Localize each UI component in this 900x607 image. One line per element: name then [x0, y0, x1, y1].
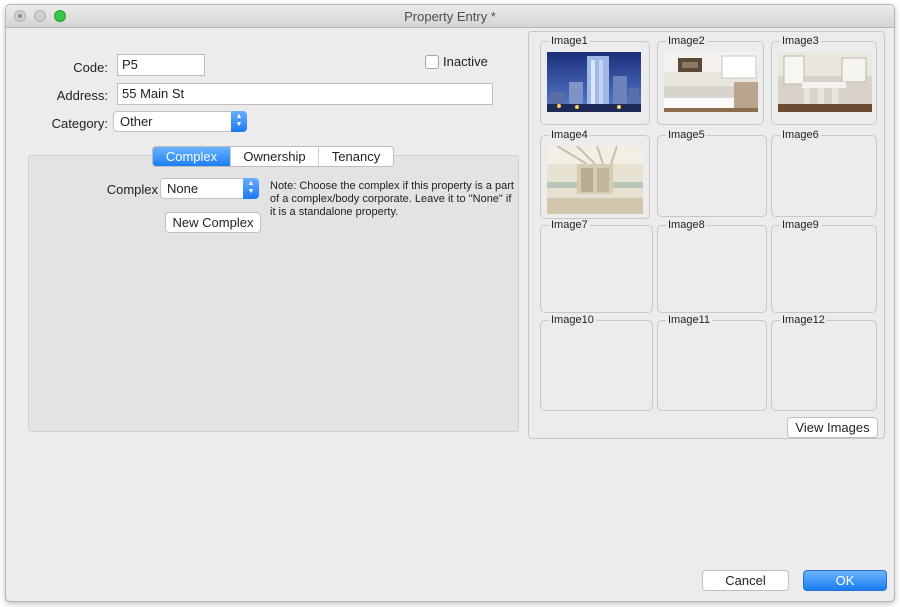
inactive-label: Inactive	[443, 54, 488, 69]
category-select-value: Other	[120, 114, 153, 129]
complex-label: Complex	[106, 182, 158, 197]
updown-arrows-icon: ▲ ▼	[231, 111, 247, 132]
view-images-button[interactable]: View Images	[787, 417, 878, 438]
ok-button[interactable]: OK	[803, 570, 887, 591]
tab-ownership[interactable]: Ownership	[231, 147, 319, 166]
image-slot-label: Image4	[549, 129, 590, 141]
tab-tenancy[interactable]: Tenancy	[319, 147, 393, 166]
image-slot-8[interactable]: Image8	[657, 219, 767, 313]
tab-complex[interactable]: Complex	[153, 147, 231, 166]
image-slot-9[interactable]: Image9	[771, 219, 877, 313]
image-slot-label: Image11	[666, 314, 712, 326]
address-field[interactable]: 55 Main St	[117, 83, 493, 105]
images-panel: Image1 Image2 Image3 Image4 Image5 Image…	[528, 31, 885, 439]
new-complex-button[interactable]: New Complex	[165, 212, 261, 233]
image-slot-label: Image8	[666, 219, 707, 231]
complex-select-value: None	[167, 181, 199, 196]
code-field[interactable]: P5	[117, 54, 205, 76]
category-label: Category:	[51, 116, 108, 131]
image-slot-6[interactable]: Image6	[771, 129, 877, 217]
complex-note: Note: Choose the complex if this propert…	[270, 180, 514, 218]
updown-arrows-icon: ▲ ▼	[243, 178, 259, 199]
address-label: Address:	[56, 88, 108, 103]
kitchen-photo-icon	[664, 52, 758, 112]
cancel-button[interactable]: Cancel	[702, 570, 789, 591]
image-slot-label: Image5	[666, 129, 707, 141]
category-select[interactable]: Other ▲ ▼	[113, 111, 247, 132]
image-slot-12[interactable]: Image12	[771, 314, 877, 411]
property-entry-window: Property Entry * Code: P5 Inactive Addre…	[5, 4, 895, 602]
image-slot-label: Image3	[780, 35, 821, 47]
dining-room-photo-icon	[778, 52, 872, 112]
image-slot-10[interactable]: Image10	[540, 314, 653, 411]
image-slot-3[interactable]: Image3	[771, 35, 877, 125]
image-slot-4[interactable]: Image4	[540, 129, 650, 219]
tab-bar: Complex Ownership Tenancy	[152, 146, 394, 167]
complex-select[interactable]: None ▲ ▼	[160, 178, 259, 199]
image-slot-5[interactable]: Image5	[657, 129, 767, 217]
image-slot-label: Image9	[780, 219, 821, 231]
image-slot-label: Image6	[780, 129, 821, 141]
window-title: Property Entry *	[404, 9, 496, 24]
image-slot-label: Image7	[549, 219, 590, 231]
atrium-photo-icon	[547, 146, 643, 214]
image-slot-label: Image10	[549, 314, 596, 326]
title-bar: Property Entry *	[6, 5, 894, 28]
inactive-checkbox[interactable]	[425, 55, 439, 69]
image-slot-label: Image1	[549, 35, 590, 47]
image-slot-label: Image12	[780, 314, 827, 326]
image-slot-11[interactable]: Image11	[657, 314, 767, 411]
building-photo-icon	[547, 52, 641, 112]
code-label: Code:	[73, 60, 108, 75]
image-slot-label: Image2	[666, 35, 707, 47]
image-slot-1[interactable]: Image1	[540, 35, 650, 125]
image-slot-2[interactable]: Image2	[657, 35, 764, 125]
image-slot-7[interactable]: Image7	[540, 219, 653, 313]
